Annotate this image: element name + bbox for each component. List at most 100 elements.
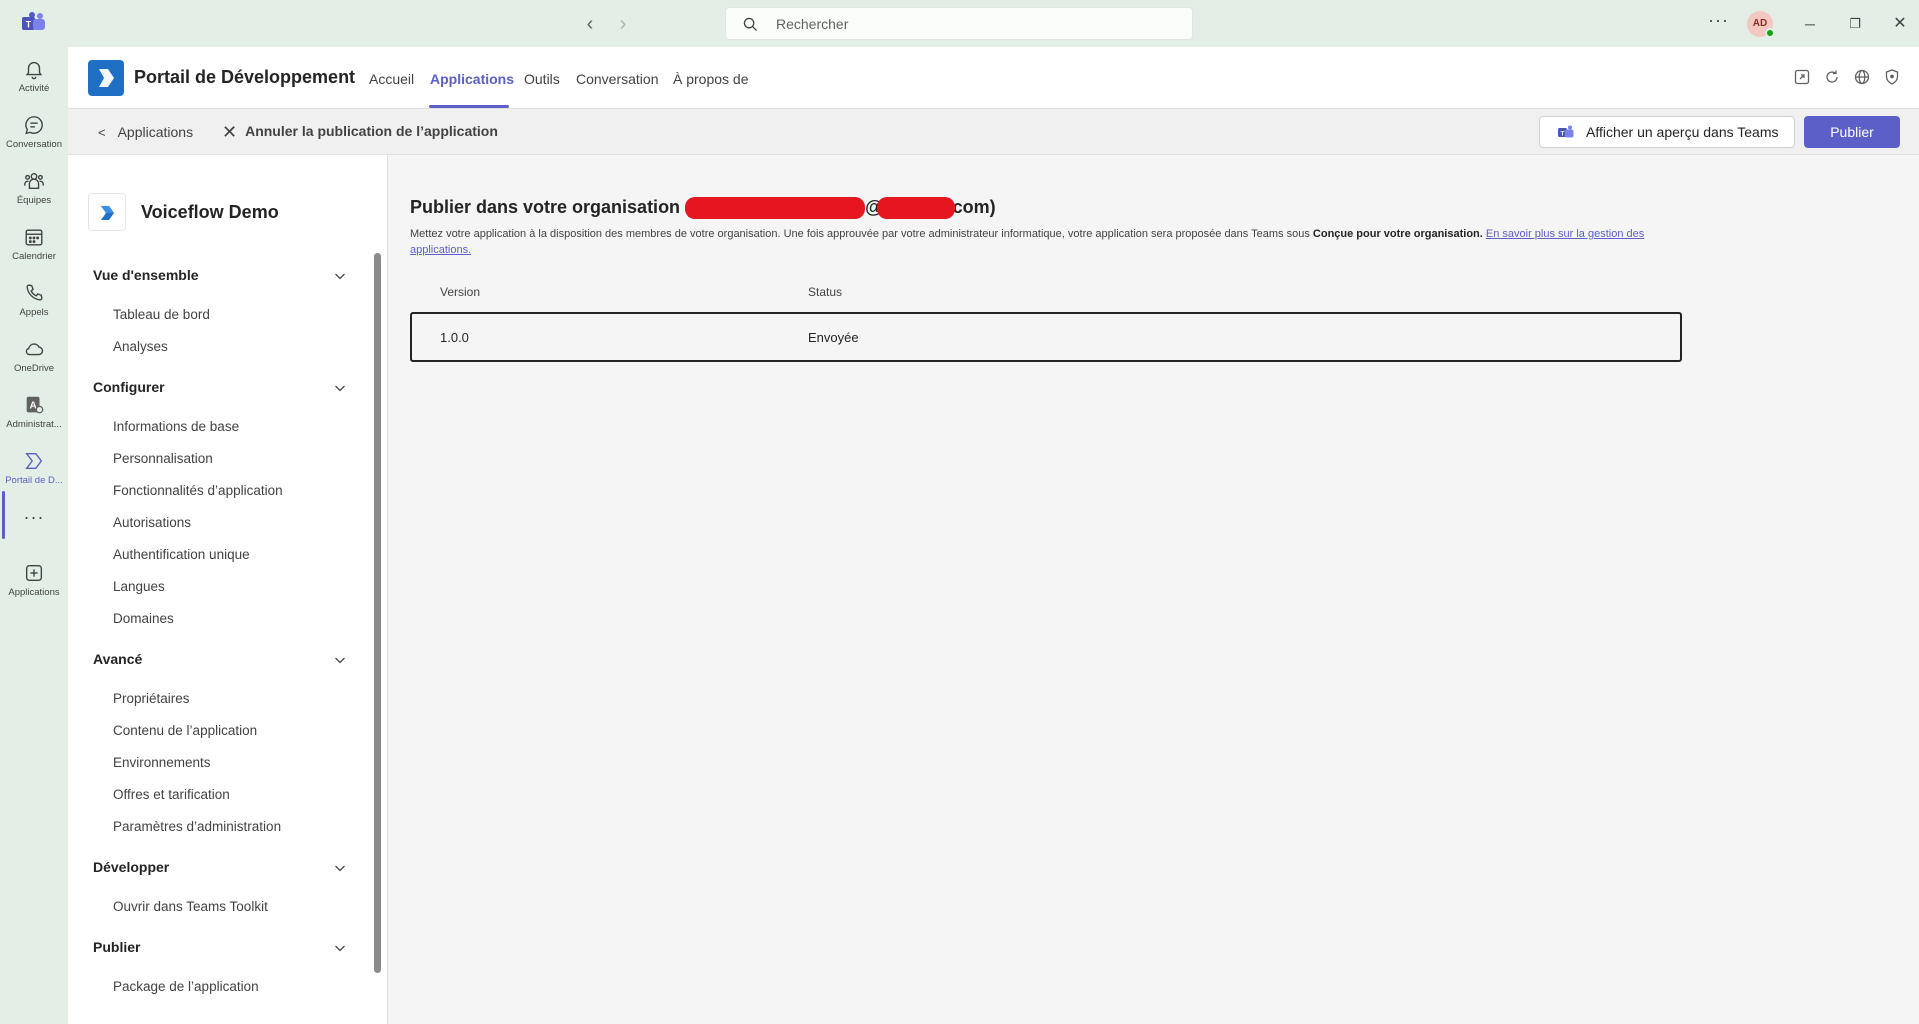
more-apps-icon[interactable]: ··· — [0, 507, 68, 537]
tab-about[interactable]: À propos de — [673, 71, 749, 87]
chevron-down-icon[interactable] — [333, 653, 347, 667]
page-title: Portail de Développement — [134, 67, 356, 87]
dev-portal-logo — [88, 60, 124, 96]
nav-item-basic-info[interactable]: Informations de base — [113, 419, 239, 434]
refresh-icon[interactable] — [1823, 68, 1841, 86]
rail-item-activity[interactable]: Activité — [0, 52, 68, 104]
side-nav-scrollbar[interactable] — [374, 253, 381, 973]
shield-icon[interactable] — [1883, 68, 1901, 86]
svg-text:T: T — [26, 20, 32, 30]
svg-text:T: T — [1561, 131, 1565, 138]
nav-section-advanced[interactable]: Avancé — [93, 651, 142, 667]
nav-item-owners[interactable]: Propriétaires — [113, 691, 190, 706]
back-arrow-icon[interactable]: ‹ — [578, 12, 602, 36]
chevron-left-icon: < — [98, 125, 106, 140]
nav-section-overview[interactable]: Vue d'ensemble — [93, 267, 199, 283]
nav-item-admin-settings[interactable]: Paramètres d’administration — [113, 819, 281, 834]
nav-item-app-package[interactable]: Package de l’application — [113, 979, 259, 994]
app-side-nav: Voiceflow Demo Vue d'ensemble Tableau de… — [68, 155, 388, 1024]
more-options-icon[interactable]: ··· — [1708, 10, 1729, 31]
rail-item-apps[interactable]: Applications — [0, 556, 68, 608]
teams-icon — [24, 172, 44, 190]
globe-icon[interactable] — [1853, 68, 1871, 86]
rail-item-label: Portail de D... — [5, 475, 63, 486]
teams-logo-icon[interactable]: T — [22, 12, 46, 34]
title-prefix: Publier dans votre organisation ( — [410, 197, 692, 217]
chevron-down-icon[interactable] — [333, 269, 347, 283]
close-icon[interactable]: ✕ — [1888, 12, 1912, 36]
desc-text: Mettez votre application à la dispositio… — [410, 228, 1313, 240]
nav-item-plans-pricing[interactable]: Offres et tarification — [113, 787, 230, 802]
redaction-mark — [685, 197, 865, 219]
nav-item-branding[interactable]: Personnalisation — [113, 451, 213, 466]
nav-item-app-content[interactable]: Contenu de l’application — [113, 723, 257, 738]
forward-arrow-icon[interactable]: › — [611, 12, 635, 36]
rail-item-calendar[interactable]: Calendrier — [0, 220, 68, 272]
desc-bold: Conçue pour votre organisation. — [1312, 228, 1483, 240]
restore-icon[interactable]: ❐ — [1843, 12, 1867, 36]
nav-section-configure[interactable]: Configurer — [93, 379, 165, 395]
chevron-down-icon[interactable] — [333, 381, 347, 395]
back-to-applications-link[interactable]: < Applications — [98, 124, 193, 140]
admin-icon: A — [26, 396, 44, 414]
app-header: Portail de Développement Accueil Applica… — [68, 47, 1919, 109]
rail-item-admin[interactable]: A Administrat... — [0, 388, 68, 440]
project-icon — [88, 193, 126, 231]
publish-button[interactable]: Publier — [1804, 116, 1900, 148]
redaction-mark — [877, 197, 955, 219]
chevron-down-icon[interactable] — [333, 941, 347, 955]
publish-description: Mettez votre application à la dispositio… — [410, 226, 1680, 258]
search-box[interactable] — [725, 7, 1193, 40]
column-header-status: Status — [808, 285, 843, 299]
rail-item-label: Appels — [19, 307, 49, 318]
search-input[interactable] — [776, 14, 1176, 34]
search-icon — [743, 17, 758, 32]
preview-label: Afficher un aperçu dans Teams — [1586, 124, 1779, 140]
minimize-icon[interactable]: ─ — [1798, 12, 1822, 36]
rail-item-label: Calendrier — [12, 251, 56, 262]
rail-item-chat[interactable]: Conversation — [0, 108, 68, 160]
cloud-icon — [25, 343, 44, 356]
nav-item-languages[interactable]: Langues — [113, 579, 165, 594]
cell-version: 1.0.0 — [440, 330, 469, 345]
preview-in-teams-button[interactable]: T Afficher un aperçu dans Teams — [1539, 116, 1795, 148]
dismiss-icon: ✕ — [222, 122, 238, 142]
nav-section-develop[interactable]: Développer — [93, 859, 169, 875]
rail-item-label: Administrat... — [6, 419, 62, 430]
table-row[interactable]: 1.0.0 Envoyée — [410, 312, 1682, 362]
rail-item-dev-portal[interactable]: Portail de D... — [0, 444, 68, 496]
rail-item-onedrive[interactable]: OneDrive — [0, 332, 68, 384]
back-label: Applications — [117, 124, 194, 140]
chevron-down-icon[interactable] — [333, 861, 347, 875]
tab-applications[interactable]: Applications — [430, 71, 514, 87]
command-bar: < Applications ✕ Annuler la publication de… — [68, 109, 1919, 155]
nav-item-app-features[interactable]: Fonctionnalités d’application — [113, 483, 283, 498]
unpublish-button[interactable]: ✕ Annuler la publication de l’application — [222, 122, 498, 143]
app-rail: Activité Conversation Équipes Calendrier… — [0, 47, 68, 1024]
nav-item-sso[interactable]: Authentification unique — [113, 547, 250, 562]
rail-item-calls[interactable]: Appels — [0, 276, 68, 328]
tab-home[interactable]: Accueil — [369, 71, 414, 87]
nav-item-dashboard[interactable]: Tableau de bord — [113, 307, 210, 322]
main-content: Publier dans votre organisation (@ com) M… — [389, 155, 1919, 1024]
rail-item-teams[interactable]: Équipes — [0, 164, 68, 216]
chat-icon — [25, 116, 43, 135]
unpublish-label: Annuler la publication de l’application — [245, 123, 498, 139]
tab-conversation[interactable]: Conversation — [576, 71, 659, 87]
rail-item-label: Activité — [18, 83, 50, 94]
phone-icon — [26, 284, 43, 301]
add-app-icon — [25, 564, 43, 582]
nav-section-publish[interactable]: Publier — [93, 939, 140, 955]
title-suffix: com) — [952, 197, 996, 217]
nav-item-permissions[interactable]: Autorisations — [113, 515, 191, 530]
nav-item-domains[interactable]: Domaines — [113, 611, 174, 626]
nav-item-environments[interactable]: Environnements — [113, 755, 211, 770]
dev-portal-icon — [25, 452, 43, 470]
calendar-icon — [25, 229, 43, 246]
popout-icon[interactable] — [1793, 68, 1811, 86]
project-name: Voiceflow Demo — [141, 202, 279, 222]
tab-tools[interactable]: Outils — [524, 71, 560, 87]
nav-item-open-toolkit[interactable]: Ouvrir dans Teams Toolkit — [113, 899, 268, 914]
nav-item-analytics[interactable]: Analyses — [113, 339, 168, 354]
teams-small-icon: T — [1558, 125, 1574, 138]
